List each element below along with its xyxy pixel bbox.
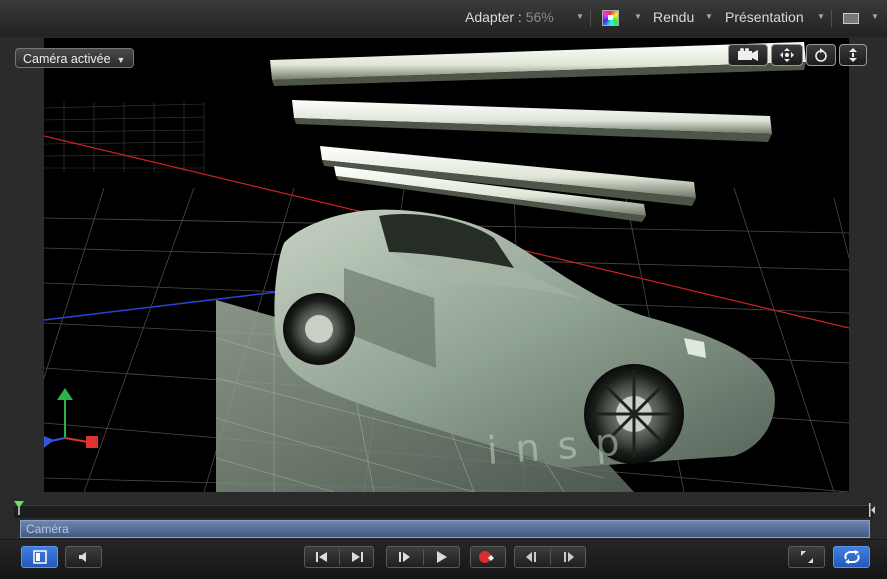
play-button[interactable] <box>423 546 460 568</box>
orbit-icon <box>815 48 827 62</box>
previous-frame-button[interactable] <box>514 546 550 568</box>
play-from-start-button[interactable] <box>386 546 423 568</box>
camera-track-bar[interactable]: Caméra <box>20 520 870 538</box>
out-point-icon[interactable] <box>869 503 875 517</box>
dolly-arrows-icon <box>849 48 857 62</box>
move-arrows-icon <box>780 48 794 62</box>
divider <box>831 10 832 27</box>
presentation-menu[interactable]: Présentation <box>725 9 804 25</box>
speaker-icon <box>78 552 86 562</box>
chevron-down-icon[interactable]: ▼ <box>634 12 642 21</box>
pan-button[interactable] <box>771 44 803 66</box>
axis-gizmo-icon <box>44 388 98 448</box>
dolly-button[interactable] <box>839 44 867 66</box>
render-menu[interactable]: Rendu <box>653 9 694 25</box>
skip-start-icon <box>315 552 327 562</box>
go-to-end-button[interactable] <box>339 546 374 568</box>
timeline-ruler[interactable] <box>14 505 873 518</box>
play-icon <box>436 551 447 563</box>
mute-audio-button[interactable] <box>65 546 102 568</box>
step-forward-icon <box>564 552 574 562</box>
loop-icon <box>843 550 860 564</box>
record-button[interactable] <box>470 546 506 568</box>
go-to-start-button[interactable] <box>304 546 339 568</box>
expand-arrows-icon <box>800 551 813 563</box>
play-from-start-icon <box>398 552 410 562</box>
chevron-down-icon: ▼ <box>116 55 126 65</box>
grid-wall <box>44 102 205 172</box>
next-frame-button[interactable] <box>550 546 586 568</box>
camera-menu[interactable]: Caméra activée ▼ <box>15 48 135 68</box>
fit-value: 56% <box>525 9 554 25</box>
show-hide-layers-button[interactable] <box>21 546 58 568</box>
divider <box>590 10 591 27</box>
chevron-down-icon[interactable]: ▼ <box>817 12 825 21</box>
camera-menu-label: Caméra activée <box>23 52 111 66</box>
overlay-text: insp <box>486 419 639 473</box>
viewer-toolbar: Adapter : 56% ▼ ▼ Rendu ▼ Présentation ▼… <box>0 0 887 38</box>
ceiling-lights <box>270 42 806 222</box>
chevron-down-icon[interactable]: ▼ <box>871 12 879 21</box>
view-layout-icon[interactable] <box>843 13 859 24</box>
step-back-icon <box>526 552 536 562</box>
scene-3d: insp <box>44 42 849 492</box>
sidebar-panel-icon <box>32 550 47 564</box>
chevron-down-icon[interactable]: ▼ <box>576 12 584 21</box>
fit-zoom-menu[interactable]: Adapter : 56% <box>465 9 554 25</box>
loop-playback-button[interactable] <box>833 546 870 568</box>
fit-label: Adapter : <box>465 9 522 25</box>
skip-end-icon <box>351 552 363 562</box>
orbit-button[interactable] <box>806 44 836 66</box>
camera-view-button[interactable] <box>728 44 768 66</box>
color-channels-icon[interactable] <box>602 10 619 26</box>
video-camera-icon <box>738 48 758 61</box>
fullscreen-button[interactable] <box>788 546 825 568</box>
record-icon <box>479 551 494 563</box>
viewer-canvas[interactable]: insp <box>44 38 849 492</box>
chevron-down-icon[interactable]: ▼ <box>705 12 713 21</box>
playhead-icon[interactable] <box>14 501 24 515</box>
